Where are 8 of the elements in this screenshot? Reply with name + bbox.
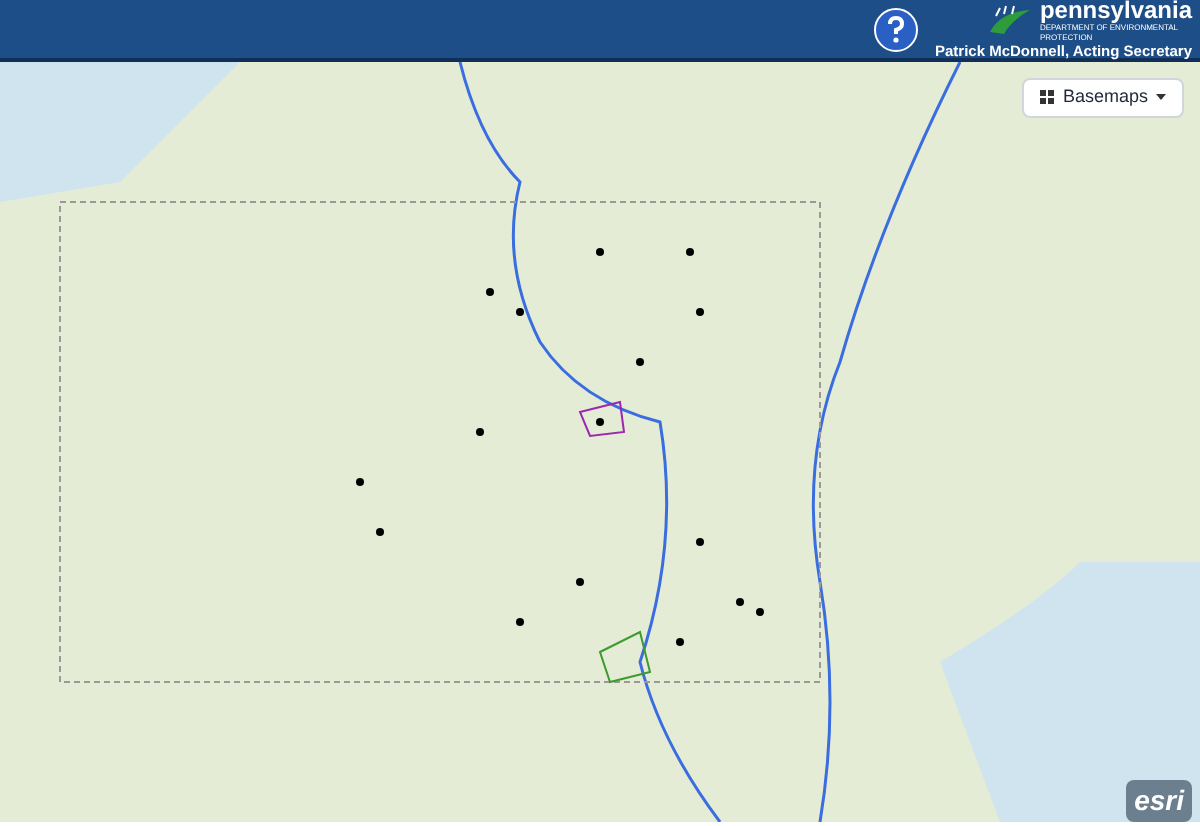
help-icon	[886, 15, 907, 43]
caret-icon	[1156, 94, 1166, 101]
logo-name: pennsylvania	[1039, 0, 1192, 23]
basemaps-button[interactable]: Basemaps	[1022, 78, 1184, 117]
grid-icon	[1040, 90, 1055, 105]
esri-logo: esri	[1126, 780, 1192, 822]
logo-icon	[987, 4, 1032, 37]
help-button[interactable]	[874, 7, 919, 51]
